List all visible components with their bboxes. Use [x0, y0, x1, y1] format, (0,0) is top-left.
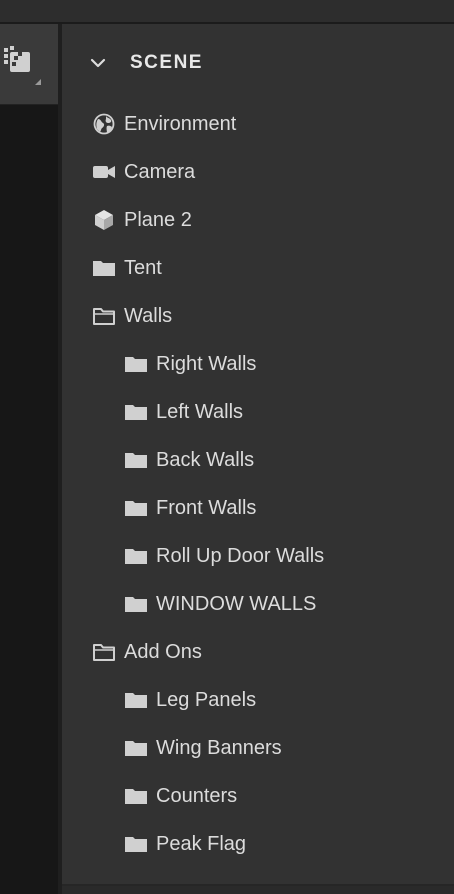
folder-closed-icon: [124, 784, 148, 808]
folder-closed-icon: [124, 544, 148, 568]
folder-closed-icon: [124, 496, 148, 520]
tree-item-peak-flag[interactable]: Peak Flag: [124, 828, 246, 860]
top-strip: [0, 0, 454, 24]
tree-item-label: Camera: [124, 160, 196, 183]
tree-item-right-walls[interactable]: Right Walls: [124, 348, 256, 380]
cube-icon: [92, 208, 116, 232]
tree-item-label: Add Ons: [124, 640, 202, 663]
folder-closed-icon: [124, 352, 148, 376]
tree-item-label: Environment: [124, 112, 237, 135]
tree-item-walls[interactable]: Walls: [92, 300, 172, 332]
chevron-down-icon[interactable]: [90, 55, 106, 71]
folder-closed-icon: [124, 832, 148, 856]
tree-item-label: Peak Flag: [156, 832, 247, 855]
tree-item-wing-banners[interactable]: Wing Banners: [124, 732, 282, 764]
tree-item-window-walls[interactable]: WINDOW WALLS: [124, 588, 316, 620]
tree-item-camera[interactable]: Camera: [92, 156, 195, 188]
folder-closed-icon: [124, 592, 148, 616]
tree-item-plane-2[interactable]: Plane 2: [92, 204, 192, 236]
tree-item-label: Right Walls: [156, 352, 257, 375]
scene-title: SCENE: [130, 52, 203, 73]
globe-icon: [92, 112, 116, 136]
left-toolbar: [0, 24, 58, 105]
folder-closed-icon: [124, 448, 148, 472]
tree-item-label: Back Walls: [156, 448, 255, 471]
folder-closed-icon: [124, 736, 148, 760]
panel-bottom-edge: [62, 884, 454, 894]
tree-item-label: Counters: [156, 784, 238, 807]
tree-item-label: Leg Panels: [156, 688, 257, 711]
tree-item-counters[interactable]: Counters: [124, 780, 237, 812]
select-pixels-tool-icon[interactable]: [2, 46, 32, 76]
tree-item-label: Wing Banners: [156, 736, 282, 759]
folder-open-icon: [92, 640, 116, 664]
viewport-canvas[interactable]: [0, 105, 58, 894]
tree-item-roll-up-door-walls[interactable]: Roll Up Door Walls: [124, 540, 324, 572]
tree-item-front-walls[interactable]: Front Walls: [124, 492, 256, 524]
scene-panel: SCENE Environment Camera Plane 2 Tent Wa…: [62, 24, 454, 884]
tool-group-indicator: [35, 79, 41, 85]
tree-item-label: Plane 2: [124, 208, 192, 231]
folder-closed-icon: [124, 400, 148, 424]
folder-closed-icon: [124, 688, 148, 712]
tree-item-left-walls[interactable]: Left Walls: [124, 396, 243, 428]
tree-item-tent[interactable]: Tent: [92, 252, 162, 284]
folder-closed-icon: [92, 256, 116, 280]
tree-item-label: Roll Up Door Walls: [156, 544, 325, 567]
tree-item-label: Tent: [124, 256, 162, 279]
tree-item-environment[interactable]: Environment: [92, 108, 236, 140]
camera-icon: [92, 160, 116, 184]
tree-item-label: Left Walls: [156, 400, 244, 423]
tree-item-label: Front Walls: [156, 496, 257, 519]
tree-item-label: WINDOW WALLS: [156, 592, 317, 615]
folder-open-icon: [92, 304, 116, 328]
tree-item-add-ons[interactable]: Add Ons: [92, 636, 202, 668]
tree-item-leg-panels[interactable]: Leg Panels: [124, 684, 256, 716]
tree-item-back-walls[interactable]: Back Walls: [124, 444, 254, 476]
app-window: SCENE Environment Camera Plane 2 Tent Wa…: [0, 0, 454, 894]
tree-item-label: Walls: [124, 304, 173, 327]
